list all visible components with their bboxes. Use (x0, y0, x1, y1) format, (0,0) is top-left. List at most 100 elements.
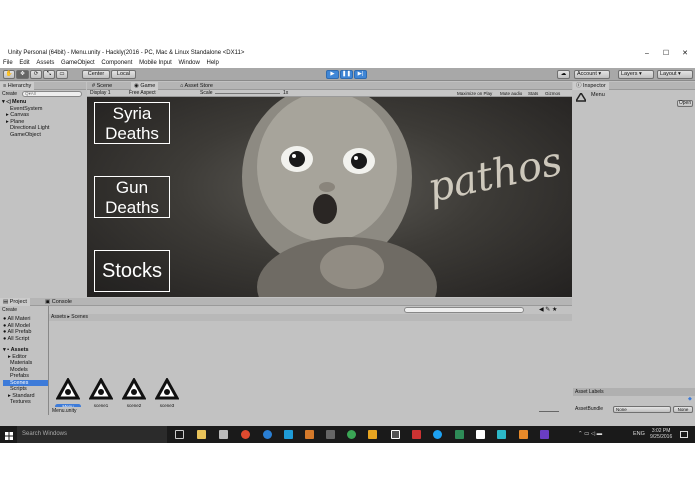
move-tool-button[interactable]: ✥ (16, 70, 29, 79)
stocks-button[interactable]: Stocks (94, 250, 170, 292)
fav-label-materials: All Materi (7, 316, 31, 322)
tab-inspector[interactable]: ⓘ Inspector (573, 82, 609, 90)
account-dropdown[interactable]: Account ▾ (574, 70, 610, 79)
aspect-dropdown[interactable]: Free Aspect (129, 90, 156, 97)
store-icon[interactable] (219, 430, 228, 439)
icon-size-slider[interactable] (539, 411, 559, 412)
rect-tool-button[interactable]: ▭ (56, 70, 68, 79)
display-dropdown[interactable]: Display 1 (90, 90, 111, 97)
maximize-on-play-toggle[interactable]: Maximize on Play (457, 90, 492, 97)
skype-icon[interactable] (433, 430, 442, 439)
syria-deaths-button[interactable]: Syria Deaths (94, 102, 170, 144)
assetbundle-dropdown[interactable]: None (613, 406, 671, 413)
hierarchy-panel: Create Q▾All ▾ ◁ Menu EventSystem ▸ Canv… (0, 90, 86, 298)
app-icon-3[interactable] (326, 430, 335, 439)
tab-asset-store[interactable]: ⌂ Asset Store (177, 82, 216, 90)
chrome-icon[interactable] (241, 430, 250, 439)
minimize-button[interactable]: – (640, 48, 654, 59)
menu-assets[interactable]: Assets (36, 60, 54, 66)
rotate-tool-button[interactable]: ⟳ (30, 70, 42, 79)
close-button[interactable]: ✕ (678, 48, 692, 59)
app-icon-5[interactable] (368, 430, 377, 439)
windows-start-icon[interactable] (5, 431, 13, 440)
app-icon-6[interactable] (412, 430, 421, 439)
app-icon-4[interactable] (347, 430, 356, 439)
pivot-center-button[interactable]: Center (82, 70, 110, 79)
menu-file[interactable]: File (3, 60, 13, 66)
scene-asset-scene3[interactable]: scene3 (154, 376, 180, 408)
account-label: Account (577, 71, 597, 77)
app-icon-1[interactable] (284, 430, 293, 439)
taskbar-search-box[interactable]: Search Windows (17, 426, 167, 443)
scene-asset-menu[interactable]: Menu (55, 376, 81, 409)
game-toolbar: Display 1 Free Aspect Scale 1x Maximize … (87, 90, 572, 97)
tag-icon[interactable]: ◆ (688, 396, 692, 402)
menu-gameobject[interactable]: GameObject (61, 60, 95, 66)
task-view-icon[interactable] (175, 430, 184, 439)
folder-textures[interactable]: Textures (3, 399, 48, 406)
tab-game[interactable]: ◉ Game (131, 82, 159, 90)
menu-help[interactable]: Help (206, 60, 218, 66)
app-icon-2[interactable] (305, 430, 314, 439)
hierarchy-item-gameobject[interactable]: GameObject (2, 132, 86, 139)
tab-console[interactable]: ▣ Console (42, 298, 75, 306)
edge-icon[interactable] (263, 430, 272, 439)
hierarchy-search-input[interactable]: Q▾All (22, 91, 82, 97)
project-search-input[interactable] (404, 307, 524, 313)
menu-edit[interactable]: Edit (19, 60, 29, 66)
visual-studio-icon[interactable] (540, 430, 549, 439)
unity-scene-icon (55, 376, 81, 400)
menu-mobile-input[interactable]: Mobile Input (139, 60, 172, 66)
scene-tab-label: Scene (96, 83, 113, 89)
app-icon-8[interactable] (476, 430, 485, 439)
pause-button[interactable]: ❚❚ (340, 70, 353, 79)
layout-dropdown[interactable]: Layout ▾ (657, 70, 693, 79)
tab-scene[interactable]: # Scene (89, 82, 115, 90)
app-icon-10[interactable] (519, 430, 528, 439)
cloud-icon[interactable]: ☁ (557, 70, 570, 79)
step-button[interactable]: ▶| (354, 70, 367, 79)
mute-audio-toggle[interactable]: Mute audio (500, 90, 522, 97)
fav-label-models: All Model (7, 322, 31, 329)
scene-asset-scene2[interactable]: scene2 (121, 376, 147, 408)
app-icon-9[interactable] (497, 430, 506, 439)
app-icon-7[interactable] (455, 430, 464, 439)
assetbundle-row: AssetBundle None None (573, 406, 695, 414)
scale-tool-button[interactable]: ⤡ (43, 70, 55, 79)
gizmos-dropdown[interactable]: Gizmos (545, 90, 560, 97)
hierarchy-create-button[interactable]: Create (2, 91, 17, 97)
unity-taskbar-icon[interactable] (391, 430, 400, 439)
menu-window[interactable]: Window (178, 60, 199, 66)
game-view: pathos Syria Deaths Gun Deaths Stocks (87, 97, 572, 297)
scene-asset-scene1[interactable]: scene1 (88, 376, 114, 408)
scene-name: Menu (12, 99, 27, 105)
inspector-tab-label: Inspector (583, 83, 606, 89)
scale-slider[interactable] (215, 93, 280, 94)
tab-project[interactable]: ▤ Project (0, 298, 30, 306)
layout-label: Layout (660, 71, 677, 77)
stats-toggle[interactable]: Stats (528, 90, 538, 97)
pivot-local-button[interactable]: Local (111, 70, 136, 79)
play-button[interactable]: ▶ (326, 70, 339, 79)
menu-component[interactable]: Component (101, 60, 132, 66)
unity-scene-icon (121, 376, 147, 400)
layers-dropdown[interactable]: Layers ▾ (618, 70, 654, 79)
unity-window: Unity Personal (64bit) - Menu.unity - Ha… (0, 48, 695, 426)
notifications-icon[interactable] (680, 431, 688, 438)
hand-tool-button[interactable]: ✋ (3, 70, 15, 79)
assetbundle-variant-dropdown[interactable]: None (673, 406, 693, 413)
project-create-button[interactable]: Create (2, 307, 17, 313)
unity-scene-icon (154, 376, 180, 400)
tab-hierarchy[interactable]: ≡ Hierarchy (0, 82, 35, 90)
open-button[interactable]: Open (677, 100, 693, 107)
tray-icons[interactable]: ⌃ ▭ ◁ ▬ (578, 426, 602, 443)
project-tab-label: Project (9, 299, 27, 305)
file-explorer-icon[interactable] (197, 430, 206, 439)
filter-icons[interactable]: ◀ ✎ ★ (539, 306, 557, 313)
project-breadcrumb[interactable]: Assets ▸ Scenes (49, 314, 572, 321)
maximize-button[interactable]: ☐ (659, 48, 673, 59)
language-indicator[interactable]: ENG (633, 426, 645, 443)
gun-deaths-button[interactable]: Gun Deaths (94, 176, 170, 218)
assets-root-label: Assets (10, 347, 29, 353)
clock[interactable]: 3:02 PM 9/25/2016 (650, 428, 672, 440)
